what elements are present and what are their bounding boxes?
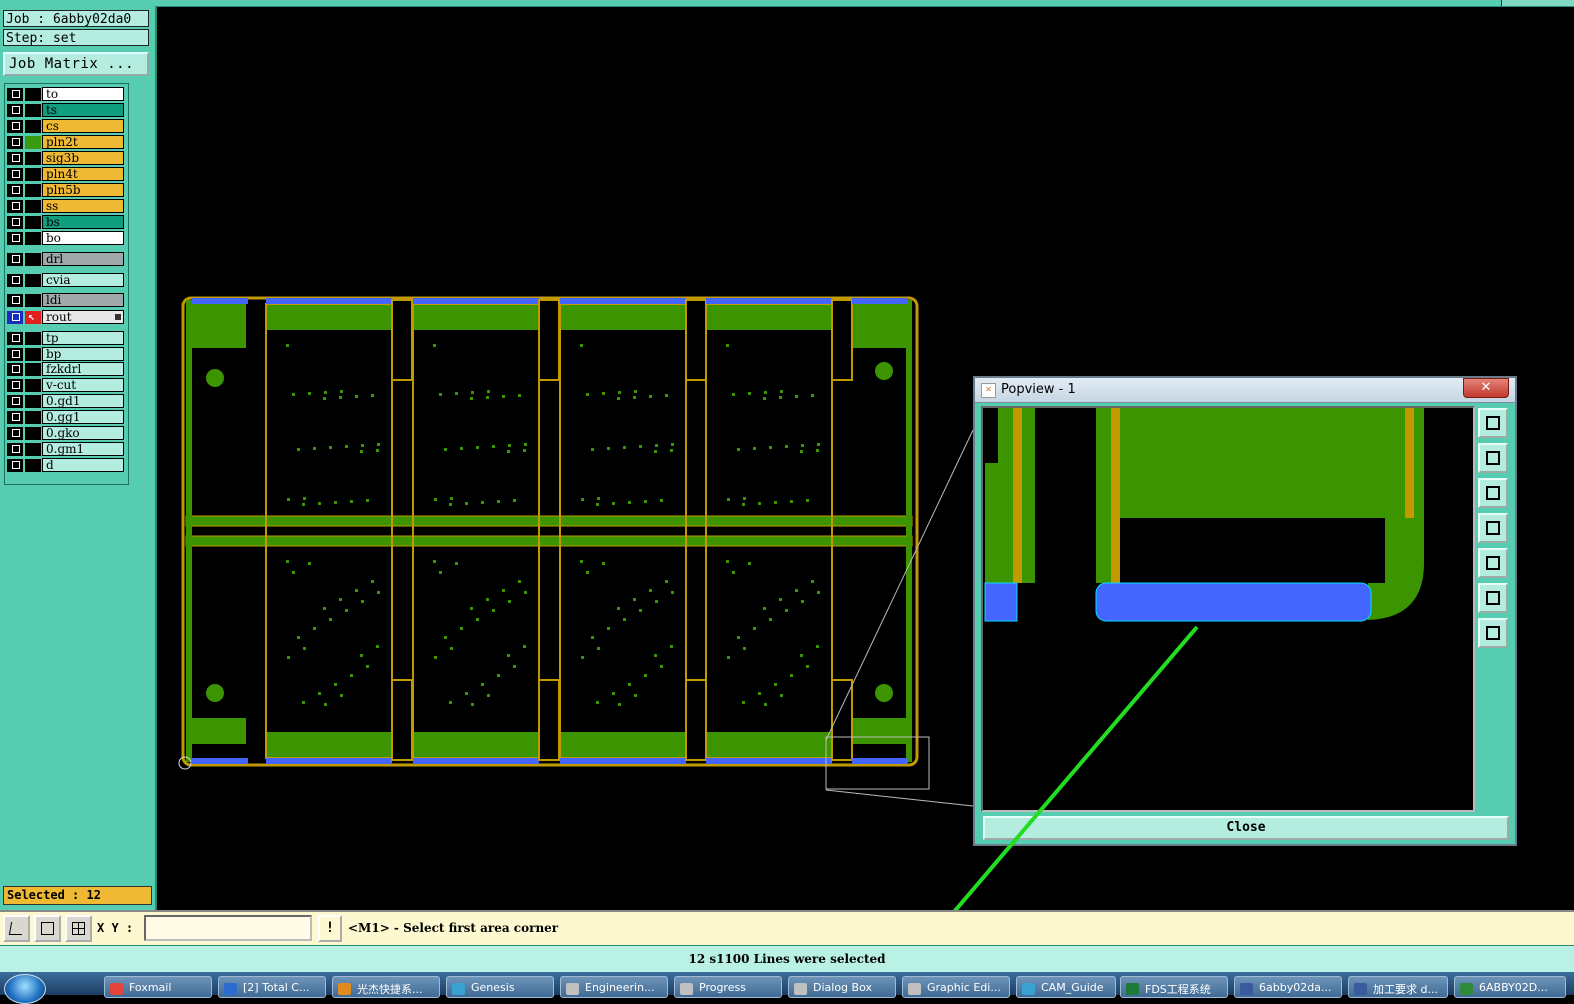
status-message: 12 s1100 Lines were selected bbox=[688, 952, 886, 966]
warning-button[interactable]: ! bbox=[318, 915, 342, 942]
measure-mode-button[interactable] bbox=[34, 915, 61, 942]
taskbar-item-label: Foxmail bbox=[129, 981, 172, 994]
green-arrow-line bbox=[928, 625, 1199, 942]
taskbar-app-icon bbox=[794, 983, 807, 995]
taskbar-app-icon bbox=[908, 983, 921, 995]
taskbar-app-icon bbox=[566, 983, 579, 995]
taskbar-app-icon bbox=[1354, 983, 1367, 995]
start-button[interactable] bbox=[4, 974, 46, 1004]
zoom-leader-line-bottom bbox=[825, 789, 974, 807]
taskbar-app-icon bbox=[1126, 983, 1139, 995]
taskbar-item-label: FDS工程系统 bbox=[1145, 983, 1211, 996]
snap-mode-button[interactable] bbox=[3, 915, 30, 942]
taskbar-item-label: [2] Total C... bbox=[243, 981, 310, 994]
taskbar-app-icon bbox=[110, 983, 123, 995]
zoom-region-box bbox=[825, 736, 930, 790]
taskbar-item-label: 光杰快捷系... bbox=[357, 983, 423, 996]
command-prompt: <M1> - Select first area corner bbox=[348, 921, 559, 935]
taskbar-app-icon bbox=[452, 983, 465, 995]
windows-taskbar: Foxmail [2] Total C... 光杰快捷系... Genesis Engi… bbox=[0, 972, 1574, 1004]
zoom-leader-line-top bbox=[825, 429, 974, 741]
taskbar-item-label: Engineerin... bbox=[585, 981, 655, 994]
taskbar-item-label: 6abby02da... bbox=[1259, 981, 1332, 994]
taskbar-item-label: 6ABBY02D... bbox=[1479, 981, 1548, 994]
taskbar-app-icon bbox=[680, 983, 693, 995]
grid-mode-button[interactable] bbox=[65, 915, 92, 942]
taskbar-app-icon bbox=[1460, 983, 1473, 995]
taskbar-app-icon bbox=[224, 983, 237, 995]
taskbar-item-label: Genesis bbox=[471, 981, 515, 994]
taskbar-app-icon bbox=[1022, 983, 1035, 995]
taskbar-item-label: Graphic Edi... bbox=[927, 981, 1001, 994]
taskbar-item-label: 加工要求 d... bbox=[1373, 983, 1438, 996]
taskbar-item-label: CAM_Guide bbox=[1041, 981, 1104, 994]
taskbar-item-label: Progress bbox=[699, 981, 746, 994]
status-bar: 12 s1100 Lines were selected bbox=[0, 945, 1574, 973]
annotation-arrow-overlay bbox=[825, 429, 1199, 954]
taskbar-app-icon bbox=[338, 983, 351, 995]
taskbar-item-label: Dialog Box bbox=[813, 981, 872, 994]
taskbar-app-icon bbox=[1240, 983, 1253, 995]
command-bar: X Y : ! <M1> - Select first area corner bbox=[0, 910, 1574, 947]
xy-label: X Y : bbox=[97, 921, 134, 935]
xy-input[interactable] bbox=[144, 915, 312, 941]
